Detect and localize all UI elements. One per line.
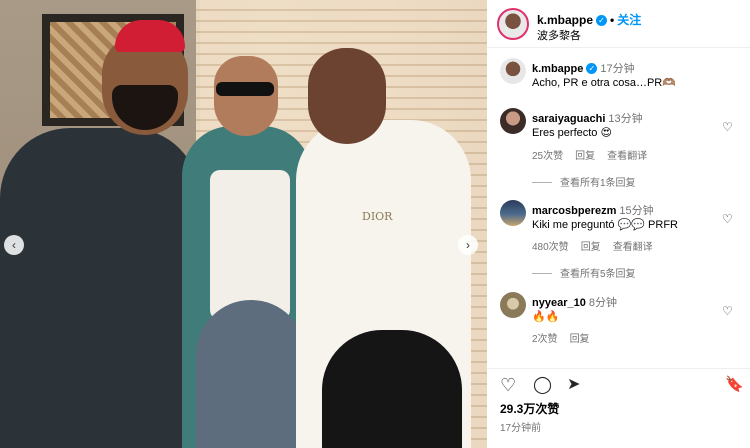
comment-text: Kiki me preguntó 💬💬 PRFR xyxy=(532,219,678,231)
post-like-count[interactable]: 29.3万次赞 xyxy=(500,400,559,417)
caption-username[interactable]: k.mbappe xyxy=(532,63,583,75)
comments-list[interactable]: k.mbappe ✓ 17分钟 Acho, PR e otra cosa…PR🫶🏽 … xyxy=(487,48,750,360)
person-middle-jeans xyxy=(196,300,306,448)
next-photo-button[interactable]: › xyxy=(458,235,478,255)
comment-like-count[interactable]: 2次赞 xyxy=(532,334,558,345)
comment-username[interactable]: marcosbperezm xyxy=(532,205,616,217)
comment-avatar[interactable] xyxy=(500,200,526,226)
comment-meta: 2次赞 回复 xyxy=(532,330,602,345)
bookmark-icon[interactable]: 🔖 xyxy=(725,375,744,395)
comment-translate-button[interactable]: 查看翻译 xyxy=(607,151,647,162)
post-header: k.mbappe ✓ • 关注 波多黎各 xyxy=(487,0,750,48)
previous-photo-button[interactable]: ‹ xyxy=(4,235,24,255)
post-side-panel: k.mbappe ✓ • 关注 波多黎各 k.mbappe ✓ 17分钟 Acho, PR… xyxy=(487,0,750,448)
caption-text: Acho, PR e otra cosa…PR🫶🏽 xyxy=(532,77,676,89)
comment-user-line: marcosbperezm 15分钟 xyxy=(532,202,654,218)
verified-badge-icon: ✓ xyxy=(586,63,598,74)
person-right-pants xyxy=(322,330,462,448)
person-right-head xyxy=(308,48,386,144)
post-actions-bar: ♡ ◯ ➤ 🔖 xyxy=(487,368,750,400)
person-middle-tank xyxy=(210,170,290,320)
person-middle-head xyxy=(214,56,278,136)
comment-username[interactable]: nyyear_10 xyxy=(532,297,586,309)
comment-translate-button[interactable]: 查看翻译 xyxy=(613,242,653,253)
comment-meta: 480次赞 回复 查看翻译 xyxy=(532,238,665,253)
heart-icon[interactable]: ♡ xyxy=(500,375,516,395)
comment-user-line: saraiyaguachi 13分钟 xyxy=(532,110,643,126)
post-timestamp: 17分钟前 xyxy=(500,423,542,434)
comment-like-count[interactable]: 480次赞 xyxy=(532,242,569,253)
caption-avatar[interactable] xyxy=(500,58,526,84)
comment-like-heart-icon[interactable]: ♡ xyxy=(722,120,733,134)
comment-text: 🔥🔥 xyxy=(532,311,560,323)
person-left-body xyxy=(0,128,200,448)
comment-time: 8分钟 xyxy=(588,297,617,309)
comment-icon[interactable]: ◯ xyxy=(533,375,552,395)
view-replies-button[interactable]: 查看所有1条回复 xyxy=(532,174,636,189)
comment-reply-button[interactable]: 回复 xyxy=(570,334,590,345)
author-avatar[interactable] xyxy=(497,8,529,40)
verified-badge-icon: ✓ xyxy=(596,15,608,26)
comment-avatar[interactable] xyxy=(500,108,526,134)
comment-meta: 25次赞 回复 查看翻译 xyxy=(532,147,659,162)
follow-button[interactable]: 关注 xyxy=(617,13,641,27)
comment-avatar[interactable] xyxy=(500,292,526,318)
person-middle-sunglasses xyxy=(216,82,274,96)
author-username[interactable]: k.mbappe xyxy=(537,13,593,27)
post-location[interactable]: 波多黎各 xyxy=(537,27,581,43)
caption-user-line: k.mbappe ✓ 17分钟 xyxy=(532,60,635,76)
person-left-cap xyxy=(115,20,185,52)
author-line: k.mbappe ✓ • 关注 xyxy=(537,11,641,28)
post-photo[interactable]: DIOR ‹ › xyxy=(0,0,487,448)
comment-reply-button[interactable]: 回复 xyxy=(575,151,595,162)
view-replies-button[interactable]: 查看所有5条回复 xyxy=(532,265,636,280)
share-icon[interactable]: ➤ xyxy=(567,375,580,395)
caption-time: 17分钟 xyxy=(600,63,635,75)
comment-username[interactable]: saraiyaguachi xyxy=(532,113,605,125)
comment-user-line: nyyear_10 8分钟 xyxy=(532,294,617,310)
comment-like-heart-icon[interactable]: ♡ xyxy=(722,304,733,318)
comment-time: 13分钟 xyxy=(608,113,643,125)
comment-time: 15分钟 xyxy=(619,205,654,217)
comment-like-count[interactable]: 25次赞 xyxy=(532,151,563,162)
comment-reply-button[interactable]: 回复 xyxy=(581,242,601,253)
shirt-logo: DIOR xyxy=(362,210,393,223)
comment-like-heart-icon[interactable]: ♡ xyxy=(722,212,733,226)
comment-text: Eres perfecto 😍 xyxy=(532,127,612,139)
separator-dot: • xyxy=(610,13,615,27)
